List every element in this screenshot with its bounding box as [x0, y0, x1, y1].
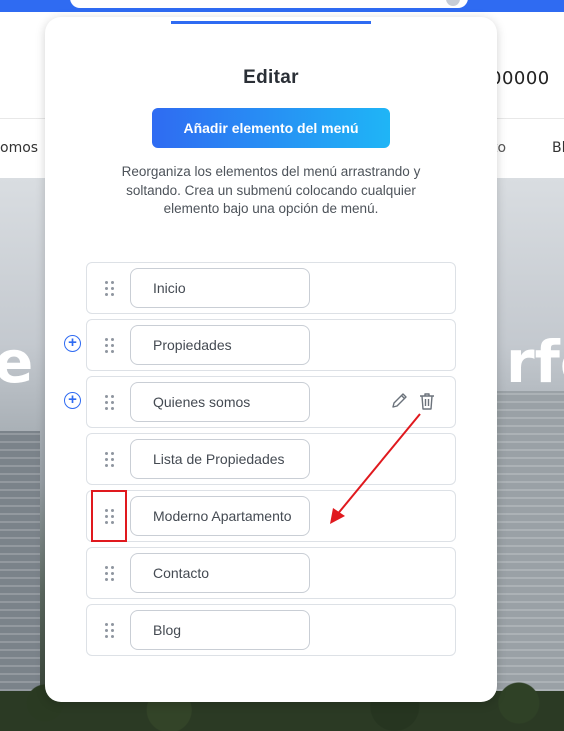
menu-item-row[interactable] [86, 319, 456, 371]
menu-item-row[interactable] [86, 547, 456, 599]
menu-item-label-input[interactable] [130, 496, 310, 536]
add-submenu-icon[interactable]: + [64, 335, 81, 352]
menu-item-label-input[interactable] [130, 382, 310, 422]
modal-instructions: Reorganiza los elementos del menú arrast… [121, 164, 421, 216]
menu-item-row[interactable] [86, 376, 456, 428]
menu-item-row[interactable] [86, 433, 456, 485]
hero-heading-left: e [0, 328, 34, 396]
hero-heading-right: rfe [506, 328, 564, 396]
modal-active-indicator [171, 21, 371, 24]
pencil-icon[interactable] [389, 391, 409, 411]
site-search-bar[interactable] [70, 0, 468, 8]
drag-handle-icon[interactable] [105, 623, 117, 639]
drag-handle-icon[interactable] [105, 338, 117, 354]
add-menu-item-button[interactable]: Añadir elemento del menú [152, 108, 390, 148]
drag-handle-icon[interactable] [105, 509, 117, 525]
menu-item-row[interactable] [86, 604, 456, 656]
menu-item-label-input[interactable] [130, 610, 310, 650]
add-submenu-icon[interactable]: + [64, 392, 81, 409]
trash-icon[interactable] [417, 391, 437, 411]
menu-item-label-input[interactable] [130, 325, 310, 365]
modal-title: Editar [243, 67, 299, 88]
drag-handle-icon[interactable] [105, 452, 117, 468]
site-nav-item-blog[interactable]: Bl [552, 140, 564, 156]
site-nav-item-quienes-somos[interactable]: omos [0, 140, 38, 156]
drag-handle-icon[interactable] [105, 395, 117, 411]
menu-item-label-input[interactable] [130, 439, 310, 479]
menu-item-label-input[interactable] [130, 553, 310, 593]
site-top-bar [0, 0, 564, 12]
site-phone-number: 00000 [490, 68, 550, 89]
menu-item-row[interactable] [86, 490, 456, 542]
drag-handle-icon[interactable] [105, 281, 117, 297]
drag-handle-icon[interactable] [105, 566, 117, 582]
edit-menu-modal: Editar Añadir elemento del menú Reorgani… [45, 17, 497, 702]
menu-item-row[interactable] [86, 262, 456, 314]
menu-item-label-input[interactable] [130, 268, 310, 308]
